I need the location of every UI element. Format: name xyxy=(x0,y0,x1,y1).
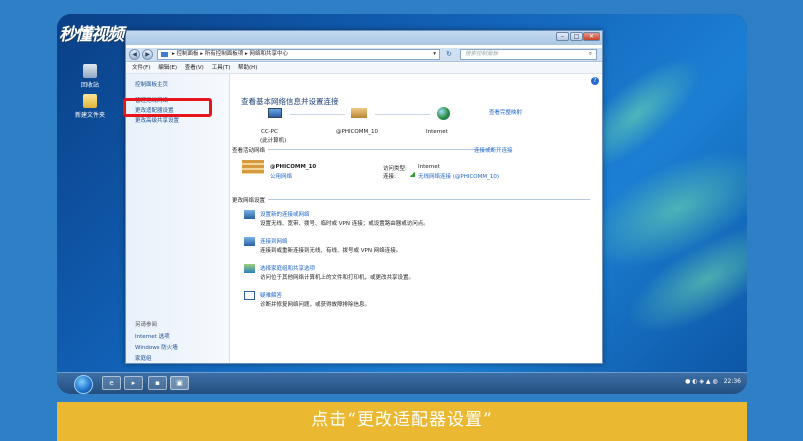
network-type-link[interactable]: 公用网络 xyxy=(270,172,292,180)
menu-edit[interactable]: 编辑(E) xyxy=(158,65,177,71)
router-icon xyxy=(351,108,367,118)
new-folder-icon[interactable]: 新建文件夹 xyxy=(69,94,111,119)
address-input[interactable]: ▸ 控制面板 ▸ 所有控制面板项 ▸ 网络和共享中心 ▾ xyxy=(157,49,440,60)
sidebar: 控制面板主页 管理无线网络 更改适配器设置 更改高级共享设置 另请参阅 Inte… xyxy=(123,74,230,363)
maximize-button[interactable]: □ xyxy=(570,32,583,41)
back-button[interactable]: ◀ xyxy=(129,49,140,60)
close-button[interactable]: ✕ xyxy=(583,32,600,41)
start-button[interactable] xyxy=(74,375,93,394)
globe-icon xyxy=(437,107,450,120)
taskbar: e ▸ ▪ ▣ ● ◐ ◈ ▲ ◍ 22:36 xyxy=(57,372,747,394)
sidebar-item-internet-options[interactable]: Internet 选项 xyxy=(135,332,170,340)
search-icon: ⌕ xyxy=(588,51,592,57)
tray-icons[interactable]: ● ◐ ◈ ▲ ◍ xyxy=(685,378,718,385)
search-placeholder: 搜索控制面板 xyxy=(465,51,499,57)
task-homegroup-desc: 访问位于其他网络计算机上的文件和打印机，或更改共享设置。 xyxy=(260,275,415,281)
ie-icon[interactable]: e xyxy=(102,376,121,390)
new-connection-icon xyxy=(244,210,255,219)
computer-icon xyxy=(268,108,282,118)
node-computer-sub: (此计算机) xyxy=(260,138,287,144)
connect-disconnect-link[interactable]: 连接或断开连接 xyxy=(474,146,513,154)
connection-value-link[interactable]: 无线网络连接 (@PHICOMM_10) xyxy=(418,172,499,180)
access-type-label: 访问类型: xyxy=(383,166,407,172)
change-settings-header: 更改网络设置 xyxy=(232,198,266,204)
network-name: @PHICOMM_10 xyxy=(270,164,317,170)
wifi-signal-icon xyxy=(409,172,415,177)
video-frame: 回收站 新建文件夹 – □ ✕ ◀ ▶ ▸ 控制面板 ▸ 所有控制面板项 ▸ 网… xyxy=(57,14,747,394)
network-sharing-center-window: – □ ✕ ◀ ▶ ▸ 控制面板 ▸ 所有控制面板项 ▸ 网络和共享中心 ▾ ↻ … xyxy=(123,30,603,364)
address-path: ▸ 控制面板 ▸ 所有控制面板项 ▸ 网络和共享中心 xyxy=(172,51,289,57)
connect-network-icon xyxy=(244,237,255,246)
logo: 秒懂视频 xyxy=(59,25,124,45)
network-icon xyxy=(161,52,168,57)
desktop-icon-label: 回收站 xyxy=(80,82,99,89)
highlight-box xyxy=(123,98,212,117)
task-troubleshoot-desc: 诊断并修复网络问题，或获得故障排除信息。 xyxy=(260,302,371,308)
caption-text: 点击“更改适配器设置” xyxy=(311,410,493,430)
bench-network-icon xyxy=(242,160,264,174)
see-also-title: 另请参阅 xyxy=(135,322,158,328)
terminal-icon[interactable]: ▪ xyxy=(148,376,167,390)
desktop-icon-label: 新建文件夹 xyxy=(74,112,105,119)
chevron-down-icon[interactable]: ▾ xyxy=(433,50,436,59)
recycle-bin-icon[interactable]: 回收站 xyxy=(69,64,111,89)
title-bar: – □ ✕ xyxy=(126,31,602,45)
system-tray: ● ◐ ◈ ▲ ◍ 22:36 xyxy=(685,378,741,385)
sidebar-item-advanced-sharing[interactable]: 更改高级共享设置 xyxy=(135,116,179,124)
sidebar-item-firewall[interactable]: Windows 防火墙 xyxy=(135,343,178,351)
menu-bar: 文件(F) 编辑(E) 查看(V) 工具(T) 帮助(H) xyxy=(126,63,602,74)
menu-help[interactable]: 帮助(H) xyxy=(238,65,257,71)
forward-button[interactable]: ▶ xyxy=(142,49,153,60)
media-icon[interactable]: ▸ xyxy=(124,376,143,390)
full-map-link[interactable]: 查看完整映射 xyxy=(489,108,522,116)
refresh-icon[interactable]: ↻ xyxy=(443,49,455,60)
task-setup-desc: 设置无线、宽带、拨号、临时或 VPN 连接；或设置路由器或访问点。 xyxy=(260,221,429,227)
task-setup-connection[interactable]: 设置新的连接或网络 xyxy=(260,210,310,218)
menu-file[interactable]: 文件(F) xyxy=(132,65,150,71)
homegroup-icon xyxy=(244,264,255,273)
sidebar-item-homegroup[interactable]: 家庭组 xyxy=(135,354,152,362)
troubleshoot-icon xyxy=(244,291,255,300)
page-title: 查看基本网络信息并设置连接 xyxy=(241,97,339,106)
desktop: 回收站 新建文件夹 – □ ✕ ◀ ▶ ▸ 控制面板 ▸ 所有控制面板项 ▸ 网… xyxy=(57,14,747,372)
task-connect-network[interactable]: 连接到网络 xyxy=(260,237,288,245)
access-type-value: Internet xyxy=(418,164,440,170)
active-networks-header: 查看活动网络 xyxy=(232,148,266,154)
menu-view[interactable]: 查看(V) xyxy=(185,65,204,71)
clock[interactable]: 22:36 xyxy=(724,378,741,385)
network-window-icon[interactable]: ▣ xyxy=(170,376,189,390)
node-computer-name: CC-PC xyxy=(261,129,278,135)
help-icon[interactable]: ? xyxy=(591,77,599,85)
main-content: ? 查看基本网络信息并设置连接 查看完整映射 CC-PC (此计算机) @PHI… xyxy=(230,74,602,363)
search-input[interactable]: 搜索控制面板 ⌕ xyxy=(460,49,597,60)
caption-bar: 点击“更改适配器设置” xyxy=(57,402,747,441)
task-connect-desc: 连接到或重新连接到无线、有线、拨号或 VPN 网络连接。 xyxy=(260,248,402,254)
connection-label: 连接: xyxy=(383,174,396,180)
sidebar-item-control-panel-home[interactable]: 控制面板主页 xyxy=(135,80,168,88)
task-troubleshoot[interactable]: 疑难解答 xyxy=(260,291,282,299)
address-bar: ◀ ▶ ▸ 控制面板 ▸ 所有控制面板项 ▸ 网络和共享中心 ▾ ↻ 搜索控制面板… xyxy=(126,48,602,62)
node-internet-name: Internet xyxy=(426,129,448,135)
node-router-name: @PHICOMM_10 xyxy=(336,129,378,135)
minimize-button[interactable]: – xyxy=(556,32,569,41)
task-homegroup[interactable]: 选择家庭组和共享选项 xyxy=(260,264,315,272)
menu-tools[interactable]: 工具(T) xyxy=(212,65,231,71)
